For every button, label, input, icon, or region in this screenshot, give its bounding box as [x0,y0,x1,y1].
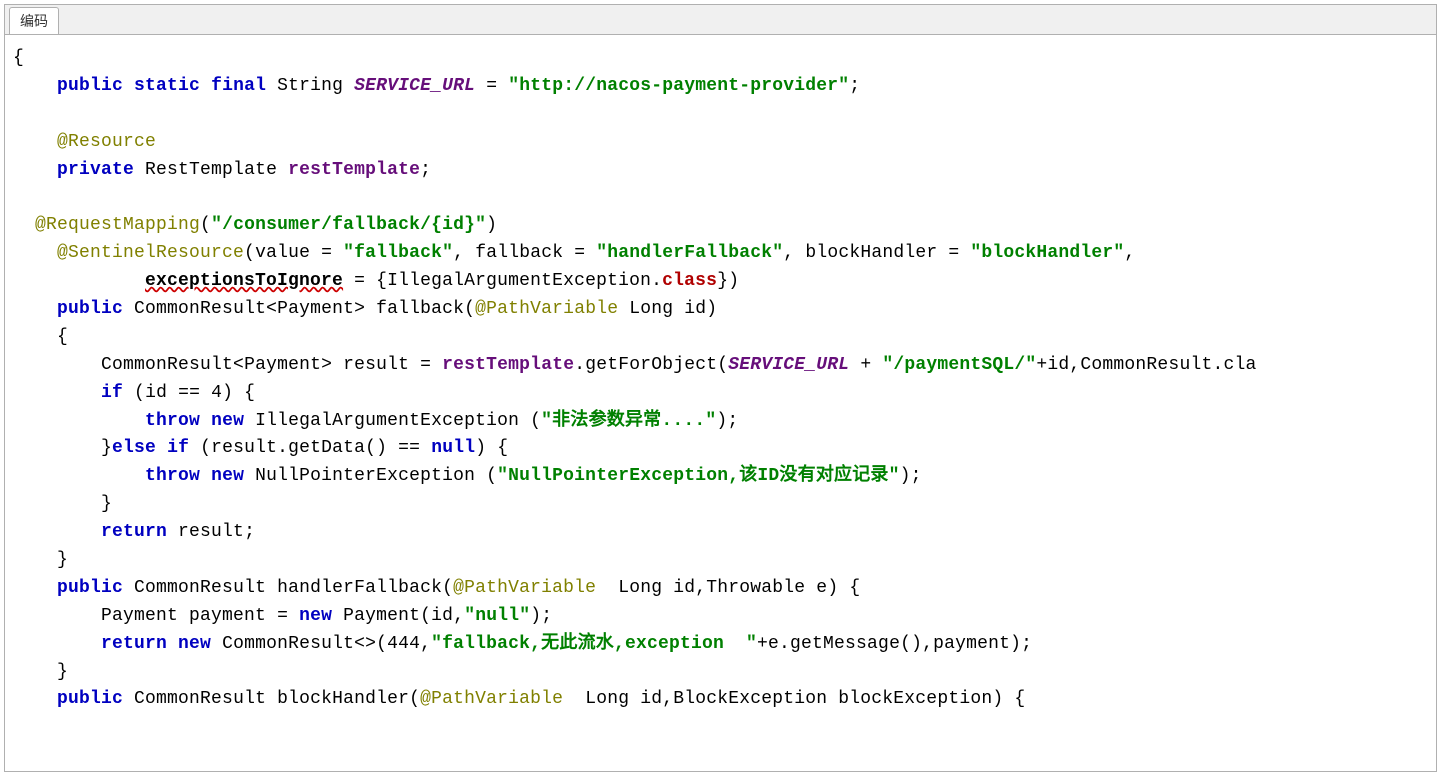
string-literal: "/paymentSQL/" [882,355,1036,375]
attr-exceptions-to-ignore: exceptionsToIgnore [145,271,343,291]
keyword: null [431,438,475,458]
var: id [431,606,453,626]
param: blockException [838,689,992,709]
type: CommonResult [101,355,233,375]
number: 4 [211,383,222,403]
type: String [277,76,343,96]
keyword: public [57,689,123,709]
string-literal: "NullPointerException,该ID没有对应记录" [497,466,899,486]
keyword: return [101,522,167,542]
annotation: @PathVariable [420,689,563,709]
param: e [816,578,827,598]
keyword: public [57,76,123,96]
var: result [178,522,244,542]
keyword: new [299,606,332,626]
field: restTemplate [442,355,574,375]
type: BlockException [673,689,827,709]
string-literal: "handlerFallback" [596,243,783,263]
type: Long [629,299,673,319]
annotation: @Resource [57,132,156,152]
var: e [768,634,779,654]
annotation: @PathVariable [475,299,618,319]
string-literal: "fallback,无此流水,exception " [431,634,757,654]
keyword: throw [145,411,200,431]
type: IllegalArgumentException [255,411,519,431]
keyword: public [57,578,123,598]
string-literal: "http://nacos-payment-provider" [508,76,849,96]
keyword: static [134,76,200,96]
method: blockHandler [277,689,409,709]
method: getData [288,438,365,458]
method: handlerFallback [277,578,442,598]
annotation: @PathVariable [453,578,596,598]
attr: fallback [475,243,563,263]
param: id [640,689,662,709]
attr: value [255,243,310,263]
type: CommonResult [222,634,354,654]
string-literal: "非法参数异常...." [541,411,716,431]
var: payment [933,634,1010,654]
string-literal: "fallback" [343,243,453,263]
editor-window: 编码 { public static final String SERVICE_… [4,4,1437,772]
type: CommonResult [134,578,266,598]
keyword: return [101,634,167,654]
code-editor[interactable]: { public static final String SERVICE_URL… [5,35,1436,771]
type: NullPointerException [255,466,475,486]
type: Throwable [706,578,805,598]
type: Long [618,578,662,598]
tab-bar: 编码 [5,5,1436,35]
tab-encoding[interactable]: 编码 [9,7,59,34]
type: Payment [101,606,178,626]
var: result [211,438,277,458]
text: cla [1223,355,1256,375]
var: result [343,355,409,375]
var: id [1047,355,1069,375]
method: getMessage [790,634,900,654]
param: id [684,299,706,319]
annotation: @RequestMapping [35,215,200,235]
type: RestTemplate [145,160,277,180]
keyword: public [57,299,123,319]
keyword: new [178,634,211,654]
method: getForObject [585,355,717,375]
keyword: final [211,76,266,96]
keyword: if [101,383,123,403]
keyword: private [57,160,134,180]
var: id [145,383,167,403]
method: fallback [376,299,464,319]
number: 444 [387,634,420,654]
keyword: throw [145,466,200,486]
param: id [673,578,695,598]
var: payment [189,606,266,626]
type: CommonResult [134,299,266,319]
annotation: @SentinelResource [57,243,244,263]
type: IllegalArgumentException [387,271,651,291]
field: restTemplate [288,160,420,180]
type: CommonResult [134,689,266,709]
keyword: new [211,466,244,486]
string-literal: "/consumer/fallback/{id}" [211,215,486,235]
type: Payment [244,355,321,375]
keyword: new [211,411,244,431]
type: Long [585,689,629,709]
field: SERVICE_URL [728,355,849,375]
type: CommonResult [1080,355,1212,375]
keyword: if [167,438,189,458]
type: Payment [343,606,420,626]
field: SERVICE_URL [354,76,475,96]
attr: blockHandler [805,243,937,263]
keyword: class [662,271,717,291]
string-literal: "blockHandler" [970,243,1124,263]
type: Payment [277,299,354,319]
string-literal: "null" [464,606,530,626]
keyword: else [112,438,156,458]
code-line: { [13,48,24,68]
